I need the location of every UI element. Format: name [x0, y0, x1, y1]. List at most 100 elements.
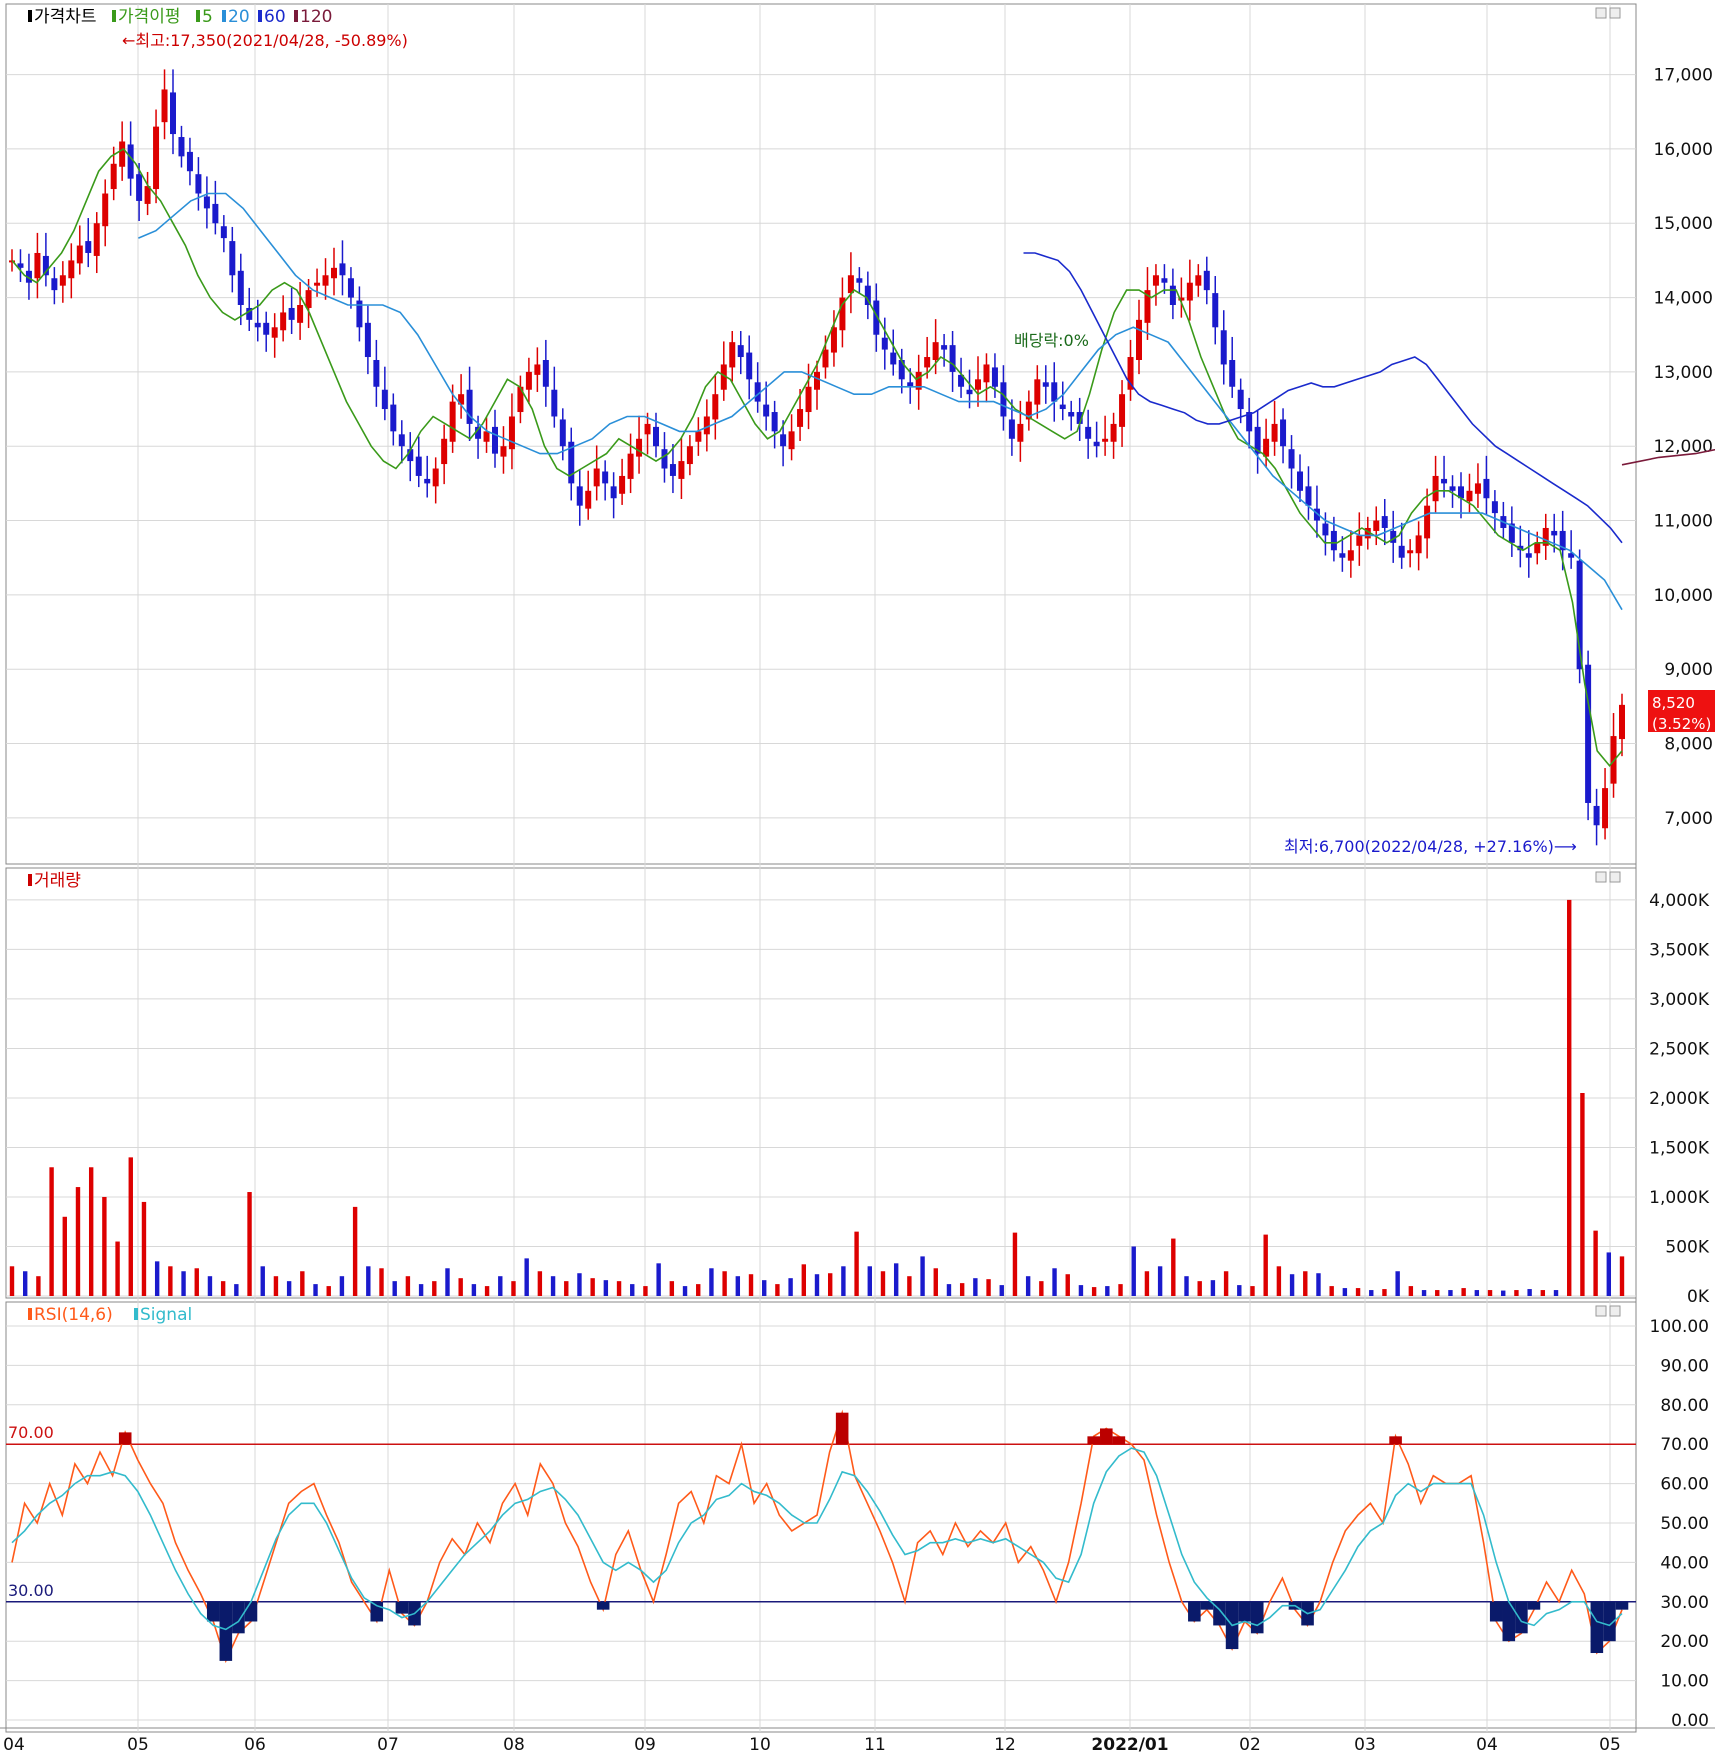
- volume-bar: [537, 1271, 543, 1296]
- volume-bar: [1263, 1234, 1268, 1296]
- candle-body: [322, 275, 329, 286]
- candle-body: [534, 364, 541, 375]
- volume-bar: [313, 1284, 318, 1296]
- volume-bar: [814, 1274, 820, 1296]
- rsi-oversold-fill: [1527, 1601, 1541, 1610]
- candle-body: [1534, 542, 1541, 554]
- x-tick-label: 03: [1354, 1735, 1376, 1755]
- volume-bar: [1448, 1290, 1453, 1296]
- rsi-overbought-fill: [835, 1412, 849, 1445]
- candle-body: [890, 352, 897, 365]
- volume-bar: [841, 1266, 846, 1296]
- volume-bar: [656, 1263, 661, 1296]
- low-annotation: 최저:6,700(2022/04/28, +27.16%)⟶: [1284, 837, 1577, 856]
- volume-bar: [247, 1192, 252, 1296]
- candle-body: [203, 196, 210, 209]
- rsi-oversold-fill: [1238, 1601, 1251, 1622]
- rsi-oversold-fill: [219, 1601, 233, 1661]
- rsi-oversold-fill: [232, 1601, 245, 1634]
- candle-body: [585, 490, 592, 509]
- candle-body: [1297, 471, 1303, 491]
- candle-body: [1407, 550, 1414, 554]
- volume-bar: [1237, 1285, 1242, 1296]
- candle-body: [763, 404, 770, 417]
- rsi-y-tick-label: 40.00: [1660, 1553, 1709, 1573]
- candle-body: [110, 163, 117, 190]
- chart-stage: 04 05 06 07 08 09 10 11 12 2022/01 02 03 04 05 7,000 8,…: [0, 0, 1715, 1755]
- panel-restore-button[interactable]: [1595, 7, 1607, 19]
- candle-body: [1220, 330, 1227, 365]
- price-legend-marker: [258, 10, 262, 22]
- volume-bar: [1078, 1285, 1084, 1296]
- volume-bar: [880, 1271, 886, 1296]
- volume-bar: [379, 1268, 384, 1296]
- volume-bar: [735, 1276, 741, 1296]
- rsi-legend-text: Signal: [140, 1305, 192, 1325]
- x-tick-label: 05: [127, 1735, 149, 1755]
- candle-body: [76, 245, 83, 264]
- panel-close-button[interactable]: [1609, 7, 1621, 19]
- candle-body: [449, 401, 456, 442]
- rsi-y-tick-label: 60.00: [1660, 1475, 1709, 1495]
- candle-body: [85, 241, 92, 253]
- candle-body: [966, 389, 973, 395]
- rsi-oversold-fill: [1615, 1601, 1629, 1610]
- candle-body: [695, 431, 702, 442]
- volume-bar: [1329, 1286, 1334, 1296]
- volume-bar: [1342, 1288, 1348, 1296]
- candle-body: [1483, 478, 1490, 499]
- candle-body: [195, 174, 202, 194]
- rsi-overbought-fill: [1389, 1436, 1402, 1445]
- candle-body: [331, 267, 337, 279]
- volume-bar: [339, 1276, 345, 1296]
- candle-body: [991, 367, 998, 387]
- candle-body: [415, 456, 422, 476]
- volume-bar: [418, 1284, 424, 1296]
- x-tick-label: 09: [634, 1735, 656, 1755]
- candle-body: [1271, 423, 1278, 442]
- candle-body: [551, 389, 558, 417]
- panel-restore-button[interactable]: [1595, 1305, 1607, 1317]
- volume-bar: [1553, 1290, 1559, 1296]
- candle-body: [170, 92, 176, 135]
- rsi-oversold-fill: [395, 1601, 409, 1614]
- candle-body: [805, 386, 812, 413]
- panel-close-button[interactable]: [1609, 871, 1621, 883]
- candle-body: [1017, 423, 1024, 442]
- candle: [1585, 650, 1592, 821]
- candle-body: [59, 275, 66, 286]
- x-tick-label: 02: [1239, 1735, 1261, 1755]
- candle-body: [771, 412, 778, 432]
- price-panel-frame: [5, 3, 1637, 865]
- candle-body: [559, 419, 566, 447]
- high-annotation: ←최고:17,350(2021/04/28, -50.89%): [122, 31, 408, 50]
- rsi-overbought-fill: [1087, 1436, 1101, 1445]
- candle-body: [1619, 704, 1625, 740]
- candle-body: [593, 468, 600, 487]
- volume-bar: [366, 1266, 371, 1296]
- candle-body: [1203, 270, 1210, 291]
- candle-body: [1195, 275, 1202, 286]
- stock-chart-svg: 04 05 06 07 08 09 10 11 12 2022/01 02 03 04 05 7,000 8,…: [0, 0, 1715, 1755]
- panel-restore-button[interactable]: [1595, 871, 1607, 883]
- x-tick-label: 07: [377, 1735, 399, 1755]
- volume-bar: [1461, 1288, 1466, 1296]
- volume-bar: [1131, 1246, 1136, 1296]
- candle-body: [271, 327, 278, 338]
- panel-close-button[interactable]: [1609, 1305, 1621, 1317]
- rsi-legend-marker: [28, 1308, 32, 1320]
- candle-body: [68, 260, 75, 279]
- rsi-y-tick-label: 10.00: [1660, 1672, 1709, 1692]
- candle-body: [1491, 501, 1498, 514]
- candle-body: [1051, 382, 1058, 402]
- volume-bar: [682, 1286, 688, 1296]
- candle-body: [1288, 449, 1295, 469]
- volume-bar: [1580, 1093, 1585, 1296]
- candle-body: [1237, 389, 1244, 410]
- candle-body: [788, 431, 795, 450]
- volume-bar: [1118, 1284, 1123, 1296]
- candle-body: [153, 126, 160, 190]
- volume-bar: [1474, 1290, 1480, 1296]
- candle-body: [314, 282, 321, 286]
- candle-body: [1356, 535, 1363, 546]
